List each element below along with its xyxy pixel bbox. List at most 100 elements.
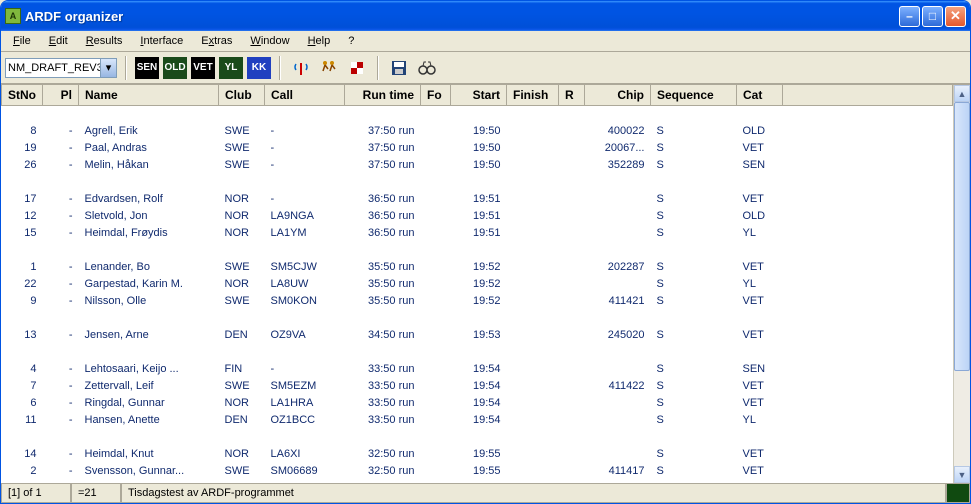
cell-finish — [507, 361, 559, 378]
category-vet-button[interactable]: VET — [191, 57, 215, 79]
menu-edit[interactable]: Edit — [41, 33, 76, 49]
col-club[interactable]: Club — [219, 85, 265, 106]
table-row[interactable]: 15-Heimdal, FrøydisNORLA1YM36:50 run19:5… — [2, 225, 953, 242]
cell-call: OZ1BCC — [265, 412, 345, 429]
save-icon[interactable] — [387, 57, 411, 79]
table-row[interactable]: 17-Edvardsen, RolfNOR-36:50 run19:51SVET — [2, 191, 953, 208]
col-pl[interactable]: Pl — [43, 85, 79, 106]
cell-stno: 4 — [2, 361, 43, 378]
cell-r — [559, 140, 585, 157]
table-row[interactable]: 22-Garpestad, Karin M.NORLA8UW35:50 run1… — [2, 276, 953, 293]
antenna-icon[interactable] — [289, 57, 313, 79]
table-row[interactable]: 7-Zettervall, LeifSWESM5EZM33:50 run19:5… — [2, 378, 953, 395]
category-yl-button[interactable]: YL — [219, 57, 243, 79]
table-row[interactable] — [2, 242, 953, 259]
file-dropdown[interactable]: NM_DRAFT_REV3.t ▾ — [5, 58, 117, 78]
grid-scroll[interactable]: StNo Pl Name Club Call Run time Fo Start… — [1, 85, 953, 483]
category-sen-button[interactable]: SEN — [135, 57, 159, 79]
cell-start: 19:51 — [451, 191, 507, 208]
table-row[interactable] — [2, 310, 953, 327]
table-row[interactable]: 12-Sletvold, JonNORLA9NGA36:50 run19:51S… — [2, 208, 953, 225]
cell-pl: - — [43, 412, 79, 429]
menu-results[interactable]: Results — [78, 33, 131, 49]
menu-interface[interactable]: Interface — [132, 33, 191, 49]
maximize-button[interactable]: □ — [922, 6, 943, 27]
cell-call: LA6XI — [265, 446, 345, 463]
cell-seq: S — [651, 123, 737, 140]
cell-pl: - — [43, 395, 79, 412]
cell-call: - — [265, 123, 345, 140]
cell-chip — [585, 225, 651, 242]
col-stno[interactable]: StNo — [2, 85, 43, 106]
cell-stno: 1 — [2, 259, 43, 276]
col-r[interactable]: R — [559, 85, 585, 106]
window-title: ARDF organizer — [25, 9, 899, 24]
category-old-button[interactable]: OLD — [163, 57, 187, 79]
menu-question[interactable]: ? — [340, 33, 362, 49]
cell-finish — [507, 378, 559, 395]
table-row[interactable]: 6-Ringdal, GunnarNORLA1HRA33:50 run19:54… — [2, 395, 953, 412]
cell-spacer — [783, 463, 953, 480]
vertical-scrollbar[interactable]: ▲ ▼ — [953, 85, 970, 483]
col-run[interactable]: Run time — [345, 85, 421, 106]
table-row[interactable]: 19-Paal, AndrasSWE-37:50 run19:5020067..… — [2, 140, 953, 157]
status-page: [1] of 1 — [1, 484, 71, 503]
table-row[interactable]: 26-Melin, HåkanSWE-37:50 run19:50352289S… — [2, 157, 953, 174]
cell-club: NOR — [219, 208, 265, 225]
table-row[interactable]: 9-Nilsson, OlleSWESM0KON35:50 run19:5241… — [2, 293, 953, 310]
cell-seq: S — [651, 157, 737, 174]
cell-run: 36:50 run — [345, 208, 421, 225]
table-row[interactable] — [2, 106, 953, 123]
scroll-down-button[interactable]: ▼ — [954, 466, 970, 483]
cell-r — [559, 191, 585, 208]
col-chip[interactable]: Chip — [585, 85, 651, 106]
binoculars-icon[interactable] — [415, 57, 439, 79]
cell-cat: YL — [737, 412, 783, 429]
cell-spacer — [783, 225, 953, 242]
cell-club: NOR — [219, 191, 265, 208]
col-finish[interactable]: Finish — [507, 85, 559, 106]
scroll-track[interactable] — [954, 102, 970, 466]
table-row[interactable] — [2, 174, 953, 191]
table-row[interactable]: 4-Lehtosaari, Keijo ...FIN-33:50 run19:5… — [2, 361, 953, 378]
cell-run: 37:50 run — [345, 140, 421, 157]
runners-icon[interactable] — [317, 57, 341, 79]
cell-seq: S — [651, 361, 737, 378]
cell-cat: VET — [737, 463, 783, 480]
col-call[interactable]: Call — [265, 85, 345, 106]
cell-run: 36:50 run — [345, 191, 421, 208]
table-row[interactable]: 13-Jensen, ArneDENOZ9VA34:50 run19:53245… — [2, 327, 953, 344]
cell-call: SM5CJW — [265, 259, 345, 276]
titlebar: A ARDF organizer – □ ✕ — [1, 1, 970, 31]
menu-extras[interactable]: Extras — [193, 33, 240, 49]
cell-spacer — [783, 259, 953, 276]
cell-finish — [507, 446, 559, 463]
col-start[interactable]: Start — [451, 85, 507, 106]
statusbar: [1] of 1 =21 Tisdagstest av ARDF-program… — [1, 483, 970, 503]
scroll-thumb[interactable] — [954, 102, 970, 371]
col-cat[interactable]: Cat — [737, 85, 783, 106]
menu-file[interactable]: File — [5, 33, 39, 49]
flag-icon[interactable] — [345, 57, 369, 79]
col-seq[interactable]: Sequence — [651, 85, 737, 106]
cell-name: Heimdal, Frøydis — [79, 225, 219, 242]
table-row[interactable]: 2-Svensson, Gunnar...SWESM0668932:50 run… — [2, 463, 953, 480]
col-name[interactable]: Name — [79, 85, 219, 106]
table-row[interactable]: 14-Heimdal, KnutNORLA6XI32:50 run19:55SV… — [2, 446, 953, 463]
table-row[interactable]: 1-Lenander, BoSWESM5CJW35:50 run19:52202… — [2, 259, 953, 276]
table-row[interactable] — [2, 429, 953, 446]
cell-start: 19:54 — [451, 412, 507, 429]
close-button[interactable]: ✕ — [945, 6, 966, 27]
minimize-button[interactable]: – — [899, 6, 920, 27]
category-kk-button[interactable]: KK — [247, 57, 271, 79]
menu-window[interactable]: Window — [242, 33, 297, 49]
col-fo[interactable]: Fo — [421, 85, 451, 106]
scroll-up-button[interactable]: ▲ — [954, 85, 970, 102]
cell-r — [559, 208, 585, 225]
cell-stno: 2 — [2, 463, 43, 480]
table-row[interactable]: 8-Agrell, ErikSWE-37:50 run19:50400022SO… — [2, 123, 953, 140]
table-row[interactable] — [2, 344, 953, 361]
menu-help[interactable]: Help — [300, 33, 339, 49]
table-row[interactable]: 11-Hansen, AnetteDENOZ1BCC33:50 run19:54… — [2, 412, 953, 429]
cell-cat: SEN — [737, 361, 783, 378]
